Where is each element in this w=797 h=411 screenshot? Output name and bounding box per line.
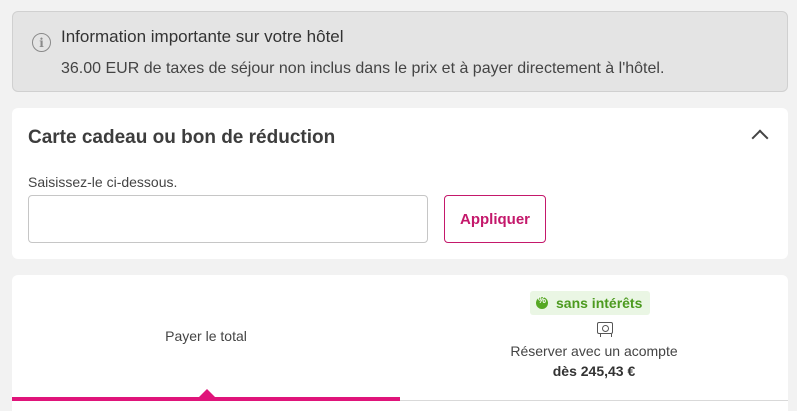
info-title: Information importante sur votre hôtel: [61, 27, 344, 46]
money-icon: [597, 322, 613, 337]
percent-icon: [536, 295, 548, 309]
chevron-up-icon[interactable]: [751, 129, 769, 147]
payment-options: Payer le total sans intérêts Réserver av…: [12, 275, 788, 411]
info-icon: i: [32, 33, 51, 52]
info-text: 36.00 EUR de taxes de séjour non inclus …: [61, 60, 665, 77]
apply-button[interactable]: Appliquer: [444, 195, 546, 243]
active-tab-indicator: [12, 397, 400, 401]
tab-pay-total-label: Payer le total: [165, 328, 247, 344]
coupon-section: Carte cadeau ou bon de réduction Saisiss…: [12, 108, 788, 259]
badge-label: sans intérêts: [556, 295, 643, 311]
tab-divider: [400, 400, 788, 401]
tab-pay-deposit-label: Réserver avec un acompte: [510, 343, 678, 359]
tab-pay-deposit[interactable]: sans intérêts Réserver avec un acompte d…: [400, 275, 788, 411]
coupon-input[interactable]: [28, 195, 428, 243]
deposit-price: dès 245,43 €: [552, 363, 636, 379]
hotel-info-notice: i Information importante sur votre hôtel…: [12, 11, 788, 92]
tab-pay-total[interactable]: Payer le total: [12, 275, 400, 411]
coupon-title: Carte cadeau ou bon de réduction: [28, 127, 336, 148]
interest-free-badge: sans intérêts: [530, 291, 651, 315]
coupon-label: Saisissez-le ci-dessous.: [28, 174, 178, 190]
